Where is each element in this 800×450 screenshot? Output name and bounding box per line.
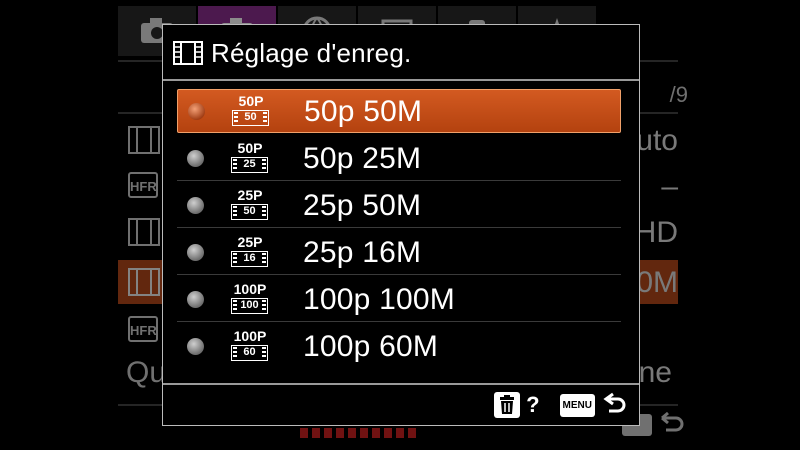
format-badge-icon: 25P 50 [229, 188, 271, 224]
dialog-header: Réglage d'enreg. [173, 31, 411, 75]
radio-icon [187, 150, 204, 167]
bitrate-label: 25 [243, 158, 256, 170]
format-badge-icon: 50P 50 [230, 94, 272, 130]
row-value: uto [636, 124, 678, 157]
option-100p-100m[interactable]: 100P 100 100p 100M [177, 278, 621, 322]
radio-icon [188, 103, 205, 120]
bitrate-label: 50 [244, 111, 257, 123]
format-badge-icon: 100P 60 [229, 329, 271, 365]
fps-label: 50P [237, 140, 263, 156]
radio-icon [187, 338, 204, 355]
fps-label: 100P [233, 328, 267, 344]
radio-icon [187, 244, 204, 261]
movie-icon [173, 41, 203, 65]
movie-icon [128, 218, 160, 246]
dialog-footer: ? MENU [494, 391, 627, 419]
hfr-icon: HFR [128, 316, 158, 342]
dialog-title: Réglage d'enreg. [211, 37, 412, 68]
fps-label: 25P [237, 234, 263, 250]
row-value: HD [634, 216, 678, 249]
movie-icon [128, 268, 160, 296]
option-50p-50m[interactable]: 50P 50 50p 50M [177, 89, 621, 133]
trash-icon[interactable] [494, 392, 521, 418]
menu-button[interactable]: MENU [559, 393, 595, 417]
bitrate-label: 60 [243, 346, 256, 358]
bitrate-label: 50 [243, 205, 256, 217]
fps-label: 100P [233, 281, 267, 297]
option-100p-60m[interactable]: 100P 60 100p 60M [177, 325, 621, 369]
radio-icon [187, 197, 204, 214]
footer-divider [163, 383, 639, 385]
page-indicator: /9 [669, 82, 688, 107]
format-badge-icon: 100P 100 [229, 282, 271, 318]
option-25p-50m[interactable]: 25P 50 25p 50M [177, 184, 621, 228]
bitrate-label: 16 [243, 252, 256, 264]
movie-icon [128, 126, 160, 154]
title-divider [163, 79, 639, 81]
help-label[interactable]: ? [526, 392, 539, 418]
option-label: 50p 25M [303, 142, 422, 175]
format-badge-icon: 50P 25 [229, 141, 271, 177]
return-icon[interactable] [601, 392, 627, 418]
row-value: 0M [636, 266, 678, 299]
option-label: 100p 60M [303, 330, 439, 363]
format-badge-icon: 25P 16 [229, 235, 271, 271]
option-50p-25m[interactable]: 50P 25 50p 25M [177, 137, 621, 181]
fps-label: 25P [237, 187, 263, 203]
bitrate-label: 100 [240, 299, 259, 311]
option-label: 100p 100M [303, 283, 455, 316]
menu-row-label: Qu [126, 356, 167, 389]
row-value: – [661, 170, 678, 203]
option-label: 25p 50M [303, 189, 422, 222]
option-25p-16m[interactable]: 25P 16 25p 16M [177, 231, 621, 275]
option-label: 50p 50M [304, 95, 423, 128]
page-dots [300, 428, 420, 438]
option-label: 25p 16M [303, 236, 422, 269]
record-setting-dialog: Réglage d'enreg. 50P 50 50p 50M 50P 25 5… [162, 24, 640, 426]
row-value: ne [638, 356, 672, 389]
hfr-icon: HFR [128, 172, 158, 198]
fps-label: 50P [238, 93, 264, 109]
radio-icon [187, 291, 204, 308]
